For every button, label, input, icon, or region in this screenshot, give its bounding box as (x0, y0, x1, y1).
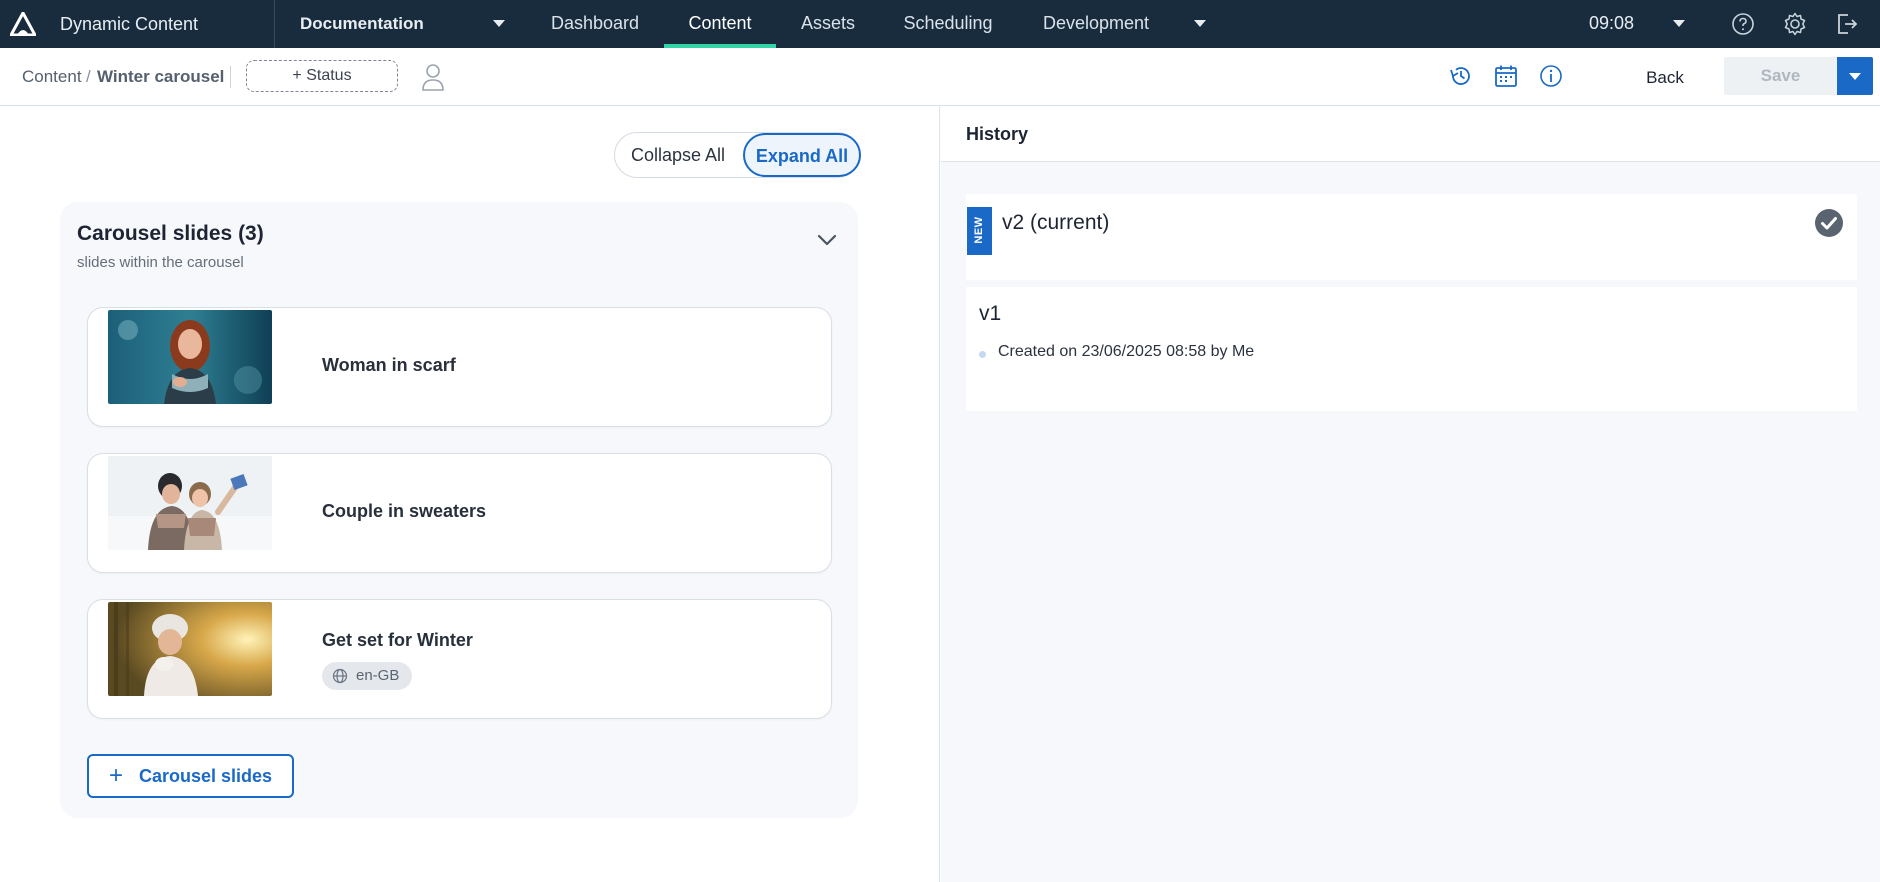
nav-assets[interactable]: Assets (788, 0, 868, 48)
nav-scheduling[interactable]: Scheduling (890, 0, 1006, 48)
check-circle-icon (1815, 209, 1843, 237)
section-subtitle: slides within the carousel (77, 254, 244, 271)
back-button[interactable]: Back (1630, 60, 1700, 96)
logout-icon[interactable] (1834, 11, 1860, 37)
nav-development[interactable]: Development (1034, 0, 1158, 48)
time-chevron-down-icon[interactable] (1673, 20, 1685, 27)
locale-label: en-GB (356, 667, 400, 684)
breadcrumb-content[interactable]: Content (22, 67, 82, 87)
toolbar-divider (230, 66, 231, 88)
carousel-slides-section: Carousel slides (3) slides within the ca… (60, 202, 858, 818)
content-toolbar: Content / Winter carousel + Status Back … (0, 48, 1880, 106)
new-badge: NEW (967, 207, 992, 255)
locale-badge: en-GB (322, 662, 412, 690)
add-status-button[interactable]: + Status (246, 60, 398, 92)
slide-title: Couple in sweaters (322, 501, 487, 521)
app-name: Dynamic Content (60, 14, 199, 34)
version-label: v2 (current) (1002, 211, 1110, 234)
hub-chevron-down-icon[interactable] (493, 20, 505, 27)
version-item-v1[interactable]: v1 Created on 23/06/2025 08:58 by Me (966, 287, 1857, 411)
breadcrumb-current: Winter carousel (97, 67, 225, 86)
help-icon[interactable] (1730, 11, 1756, 37)
history-title: History (966, 124, 1029, 144)
globe-icon (332, 668, 348, 684)
logo-icon[interactable] (10, 12, 36, 36)
slide-thumbnail (108, 602, 272, 696)
slide-card-get-set-for-winter[interactable]: Get set for Winter en-GB (87, 599, 832, 719)
slide-title: Get set for Winter (322, 630, 473, 650)
gear-icon[interactable] (1782, 11, 1808, 37)
expand-all-button[interactable]: Expand All (743, 133, 861, 177)
history-header: History (941, 106, 1880, 162)
slide-thumbnail (108, 310, 272, 404)
person-icon[interactable] (420, 62, 446, 92)
version-meta: Created on 23/06/2025 08:58 by Me (998, 343, 1255, 360)
collapse-all-button[interactable]: Collapse All (615, 133, 741, 177)
collapse-expand-toggle: Collapse All Expand All (614, 132, 861, 178)
version-label: v1 (979, 302, 1002, 325)
plus-icon: + (109, 762, 124, 789)
save-options-button[interactable] (1837, 57, 1873, 95)
chevron-down-icon[interactable] (816, 232, 838, 248)
content-editor: Collapse All Expand All Carousel slides … (0, 106, 940, 882)
section-title: Carousel slides (3) (77, 222, 264, 245)
save-button[interactable]: Save (1724, 57, 1837, 95)
version-item-v2[interactable]: NEW v2 (current) (966, 194, 1857, 280)
calendar-icon[interactable] (1493, 63, 1519, 89)
top-navigation-bar: Dynamic Content Documentation Dashboard … (0, 0, 1880, 48)
slide-card-woman-in-scarf[interactable]: Woman in scarf (87, 307, 832, 427)
breadcrumb-separator: / (86, 67, 91, 86)
save-chevron-down-icon (1849, 73, 1861, 80)
slide-thumbnail (108, 456, 272, 550)
nav-content[interactable]: Content (664, 0, 776, 48)
history-icon[interactable] (1448, 63, 1474, 89)
history-panel: History NEW v2 (current) v1 Created on 2… (941, 106, 1880, 882)
slide-card-couple-in-sweaters[interactable]: Couple in sweaters (87, 453, 832, 573)
development-chevron-down-icon[interactable] (1194, 20, 1206, 27)
nav-divider (274, 0, 275, 48)
info-icon[interactable] (1538, 63, 1564, 89)
add-carousel-slide-button[interactable]: + Carousel slides (87, 754, 294, 798)
timeline-dot (979, 351, 986, 358)
clock-time: 09:08 (1589, 13, 1635, 33)
add-button-label: Carousel slides (139, 766, 273, 786)
hub-selector[interactable]: Documentation (300, 14, 424, 34)
slide-title: Woman in scarf (322, 355, 456, 375)
nav-dashboard[interactable]: Dashboard (538, 0, 652, 48)
